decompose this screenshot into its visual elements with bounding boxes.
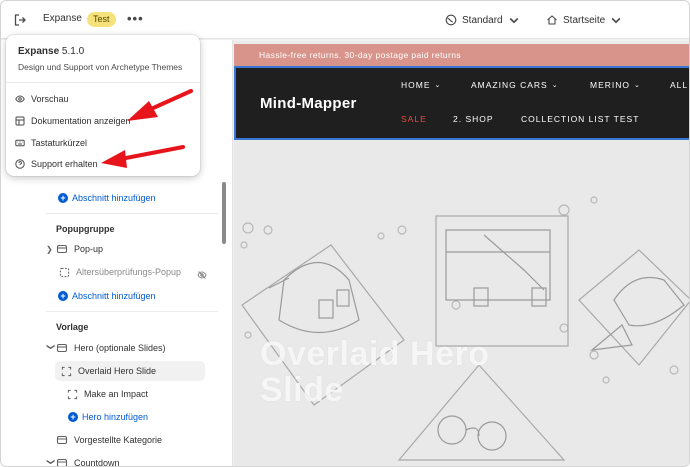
store-header[interactable]: Mind-Mapper HOME ⌄ AMAZING CARS ⌄ MERINO ⌄ … — [234, 66, 689, 140]
globe-icon — [445, 14, 457, 26]
sidebar-item-label: Pop-up — [74, 244, 104, 254]
page-select-label: Startseite — [563, 14, 606, 26]
plus-circle-icon: + — [58, 291, 68, 301]
app-name: Expanse — [18, 46, 60, 57]
layout-icon — [59, 267, 70, 277]
hero-illustration — [240, 196, 689, 461]
nav-label: 2. SHOP — [453, 114, 494, 124]
menu-item-documentation[interactable]: Dokumentation anzeigen — [15, 112, 131, 130]
add-hero-button[interactable]: + Hero hinzufügen — [68, 409, 148, 425]
chevron-down-icon — [611, 17, 621, 24]
sidebar-item-label: Countdown — [74, 458, 120, 467]
menu-item-label: Support erhalten — [31, 159, 98, 169]
sidebar-item-hero[interactable]: ❯ Hero (optionale Slides) — [46, 338, 166, 358]
nav-label: MERINO — [590, 80, 630, 90]
divider — [46, 311, 218, 312]
hidden-eye-icon[interactable] — [197, 267, 207, 279]
chevron-down-icon[interactable]: ❯ — [47, 458, 56, 466]
keyboard-icon — [15, 139, 25, 147]
app-version: 5.1.0 — [61, 46, 85, 57]
sidebar-item-label: Altersüberprüfungs-Popup — [76, 267, 182, 277]
chevron-down-icon — [509, 17, 518, 24]
sidebar-item-label: Vorgestellte Kategorie — [74, 435, 163, 445]
top-bar: Expanse Test ••• Standard Startseite — [1, 1, 689, 39]
add-section-label: Abschnitt hinzufügen — [72, 193, 156, 203]
sidebar-item-overlaid-hero-slide[interactable]: Overlaid Hero Slide — [55, 361, 205, 381]
theme-name[interactable]: Expanse — [43, 13, 82, 24]
home-icon — [547, 15, 557, 25]
nav-item-amazing-cars[interactable]: AMAZING CARS ⌄ — [471, 80, 559, 90]
chevron-down-icon: ⌄ — [551, 82, 559, 89]
nav-item-merino[interactable]: MERINO ⌄ — [590, 80, 641, 90]
help-circle-icon — [15, 159, 25, 169]
plus-circle-icon: + — [58, 193, 68, 203]
section-heading-popup-group: Popupgruppe — [56, 224, 115, 234]
popover-title: Expanse 5.1.0 — [18, 46, 84, 57]
collection-icon — [56, 435, 68, 445]
plus-circle-icon: + — [68, 412, 78, 422]
menu-item-get-support[interactable]: Support erhalten — [15, 155, 98, 173]
nav-item-sale[interactable]: SALE — [401, 114, 427, 124]
popover-subtitle: Design und Support von Archetype Themes — [18, 62, 183, 72]
nav-label: SALE — [401, 114, 427, 124]
nav-label: AMAZING CARS — [471, 80, 548, 90]
menu-item-label: Dokumentation anzeigen — [31, 116, 131, 126]
chevron-down-icon: ⌄ — [634, 82, 641, 89]
add-hero-label: Hero hinzufügen — [82, 412, 149, 422]
popup-icon — [56, 244, 68, 254]
chevron-right-icon[interactable]: ❯ — [46, 245, 56, 254]
sidebar-item-label: Make an Impact — [84, 389, 149, 399]
sidebar-item-popup[interactable]: ❯ Pop-up — [46, 239, 103, 259]
more-actions-button[interactable]: ••• — [127, 11, 144, 26]
menu-item-keyboard-shortcuts[interactable]: Tastaturkürzel — [15, 134, 87, 152]
eye-icon — [15, 95, 25, 103]
theme-editor-window: Expanse Test ••• Standard Startseite + A… — [0, 0, 690, 467]
announcement-bar[interactable]: Hassle-free returns. 30-day postage paid… — [234, 44, 689, 66]
nav-label: ALL — [670, 80, 689, 90]
sidebar-item-featured-collection[interactable]: Vorgestellte Kategorie — [46, 430, 162, 450]
hero-title[interactable]: Overlaid Hero Slide — [260, 336, 560, 408]
exit-icon[interactable] — [12, 12, 28, 28]
chevron-down-icon: ⌄ — [434, 82, 442, 89]
store-logo[interactable]: Mind-Mapper — [260, 95, 357, 112]
countdown-icon — [56, 458, 68, 466]
add-section-label: Abschnitt hinzufügen — [72, 291, 156, 301]
slide-icon — [61, 366, 72, 376]
document-icon — [15, 116, 25, 126]
add-section-button[interactable]: + Abschnitt hinzufügen — [58, 190, 156, 206]
add-section-button[interactable]: + Abschnitt hinzufügen — [58, 288, 156, 304]
theme-info-popover: Expanse 5.1.0 Design und Support von Arc… — [6, 35, 200, 176]
sidebar-item-label: Overlaid Hero Slide — [78, 366, 157, 376]
menu-item-label: Tastaturkürzel — [31, 138, 88, 148]
divider — [46, 213, 218, 214]
menu-item-label: Vorschau — [31, 94, 69, 104]
chevron-down-icon[interactable]: ❯ — [47, 343, 56, 353]
nav-item-collection-list-test[interactable]: COLLECTION LIST TEST — [521, 114, 639, 124]
sidebar-item-label: Hero (optionale Slides) — [74, 343, 166, 353]
divider — [6, 82, 200, 83]
sidebar-item-age-verification[interactable]: Altersüberprüfungs-Popup — [59, 262, 181, 282]
hero-slide[interactable]: Overlaid Hero Slide — [234, 140, 689, 466]
sidebar-item-countdown[interactable]: ❯ Countdown — [46, 453, 120, 467]
page-select[interactable]: Startseite — [546, 12, 622, 28]
sidebar-scrollbar[interactable] — [222, 182, 226, 244]
nav-item-all[interactable]: ALL — [670, 80, 688, 90]
nav-label: COLLECTION LIST TEST — [521, 114, 640, 124]
view-select-label: Standard — [462, 14, 503, 26]
nav-item-home[interactable]: HOME ⌄ — [401, 80, 441, 90]
status-badge: Test — [87, 12, 116, 27]
view-select[interactable]: Standard — [445, 12, 520, 28]
nav-item-shop[interactable]: 2. SHOP — [453, 114, 494, 124]
sidebar-item-make-an-impact[interactable]: Make an Impact — [67, 384, 148, 404]
slide-icon — [67, 389, 78, 399]
section-heading-template: Vorlage — [56, 322, 89, 332]
nav-label: HOME — [401, 80, 431, 90]
menu-item-preview[interactable]: Vorschau — [15, 90, 69, 108]
hero-icon — [56, 343, 68, 353]
store-preview[interactable]: Hassle-free returns. 30-day postage paid… — [234, 41, 689, 466]
